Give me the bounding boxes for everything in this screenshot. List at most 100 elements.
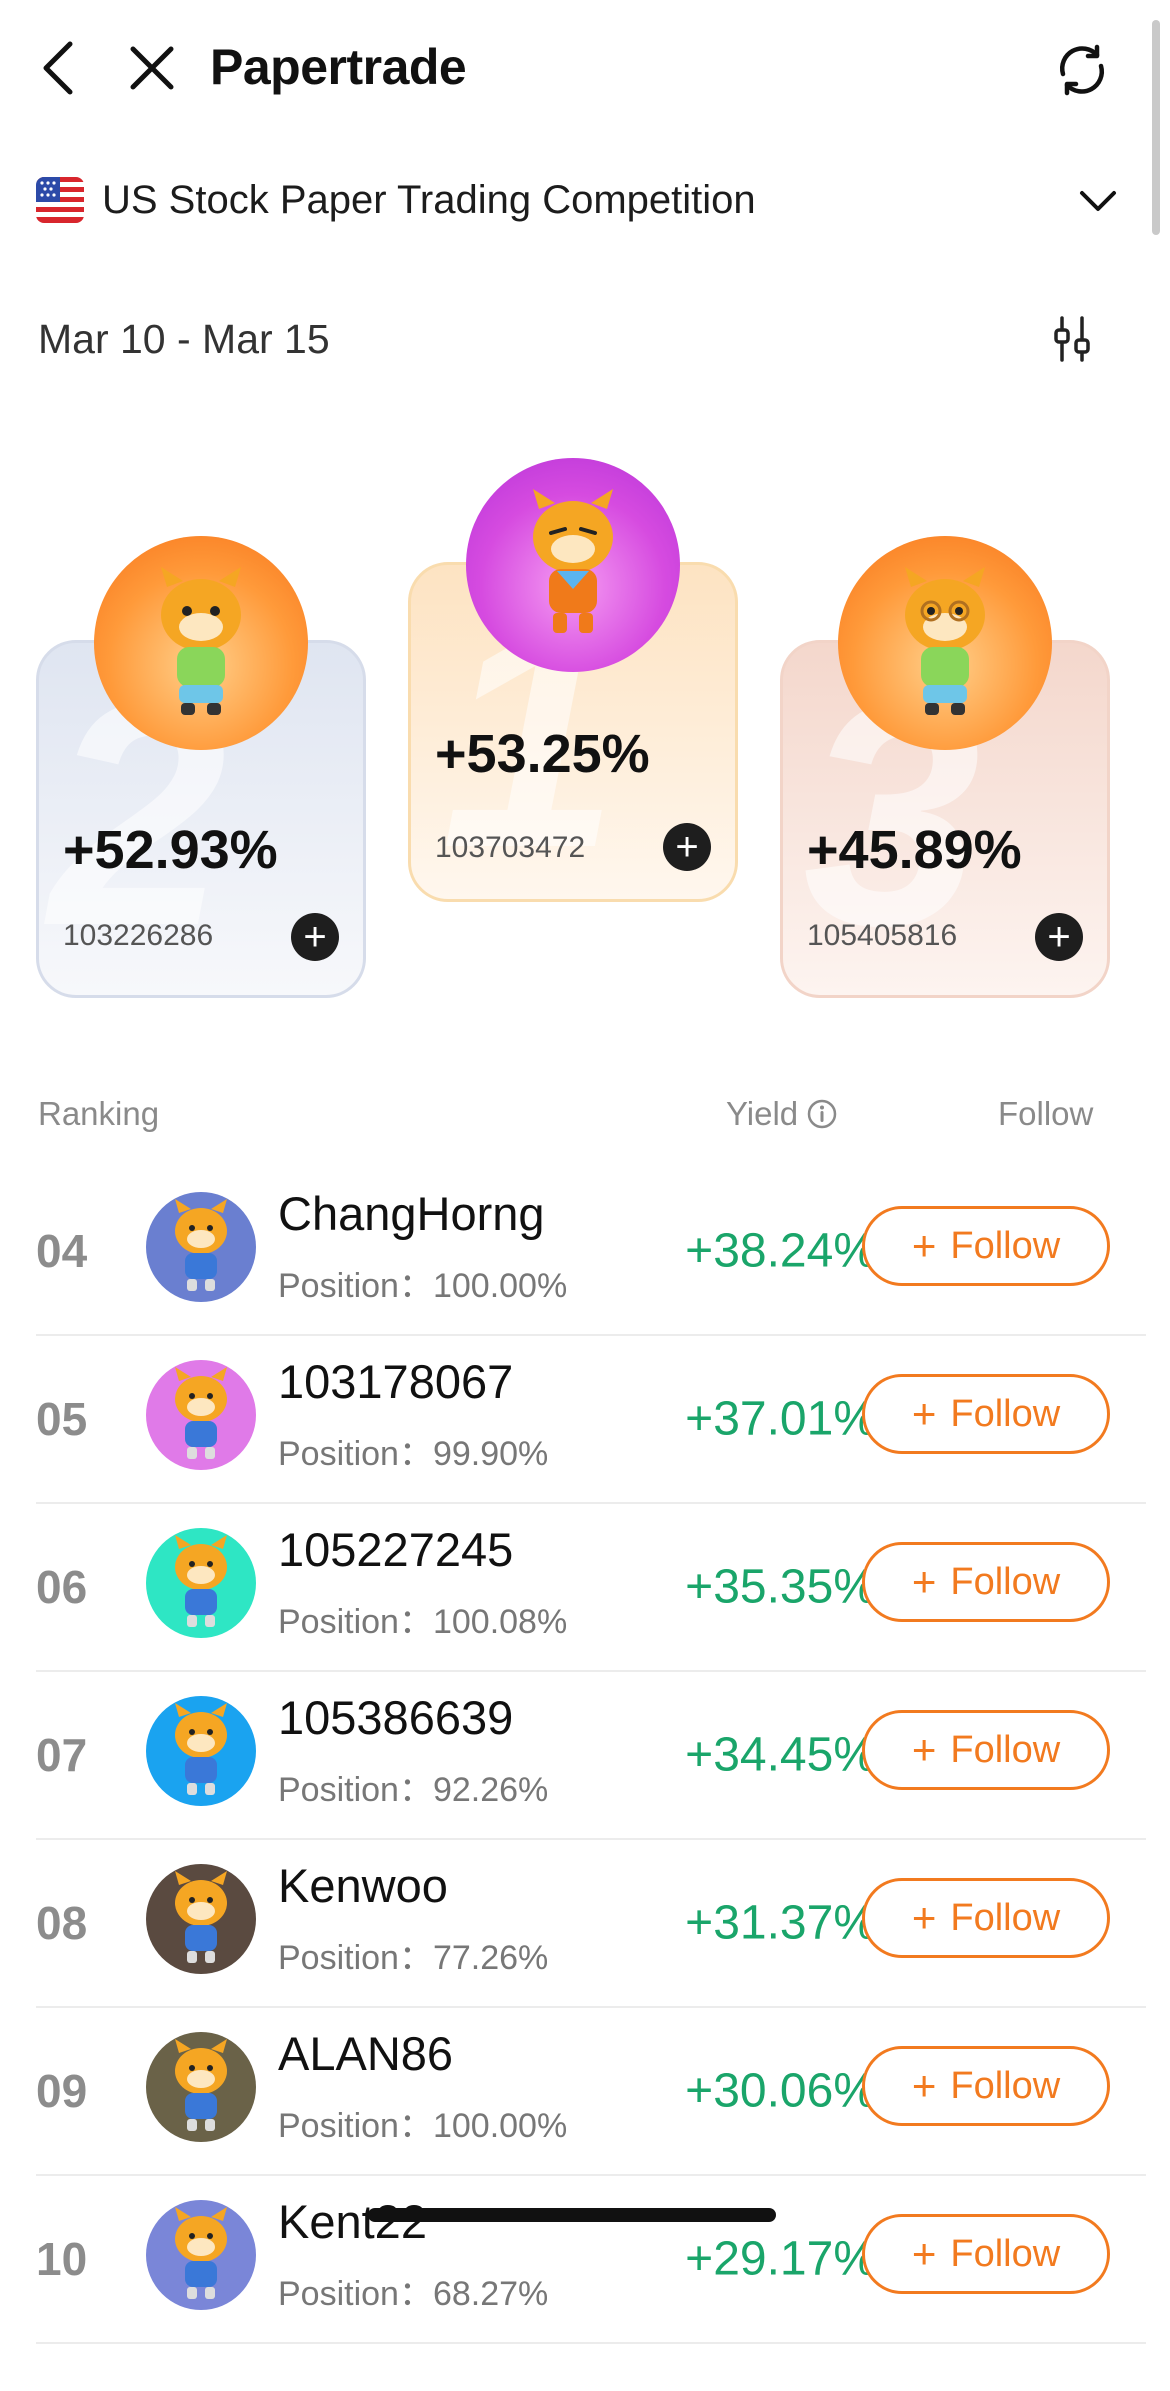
username[interactable]: Kenwoo	[278, 1858, 448, 1913]
top-bar: Papertrade	[0, 0, 1170, 140]
username[interactable]: ALAN86	[278, 2026, 453, 2081]
position-text: Position：100.08%	[278, 1594, 567, 1643]
yield-value: +34.45%	[685, 1728, 876, 1782]
page-title: Papertrade	[210, 39, 467, 95]
username[interactable]: 105386639	[278, 1690, 513, 1745]
position-label: Position：	[278, 1267, 433, 1305]
plus-icon: +	[911, 2062, 937, 2109]
username[interactable]: 105227245	[278, 1522, 513, 1577]
plus-icon: +	[911, 1558, 937, 1605]
ranking-header: Ranking Yield Follow	[0, 1095, 1170, 1139]
avatar[interactable]	[146, 1528, 256, 1638]
avatar[interactable]	[838, 536, 1052, 750]
table-row[interactable]: 07 105386639 Position：92.26% +34.45% + Follow	[36, 1672, 1146, 1840]
podium-yield: +45.89%	[807, 820, 1022, 880]
table-row[interactable]: 08 Kenwoo Position：77.26% +31.37% + Follow	[36, 1840, 1146, 2008]
follow-label: Follow	[950, 1896, 1061, 1939]
follow-label: Follow	[950, 1560, 1061, 1603]
avatar[interactable]	[146, 2032, 256, 2142]
plus-icon: +	[911, 1894, 937, 1941]
competition-name: US Stock Paper Trading Competition	[102, 177, 756, 222]
follow-column-label: Follow	[998, 1095, 1094, 1132]
follow-button[interactable]: + Follow	[862, 2046, 1110, 2126]
follow-button[interactable]: + Follow	[862, 1542, 1110, 1622]
rank-number: 04	[36, 1225, 88, 1277]
follow-button[interactable]: + Follow	[862, 1206, 1110, 1286]
username[interactable]: 103178067	[278, 1354, 513, 1409]
plus-icon: +	[911, 1222, 937, 1269]
sliders-icon[interactable]	[1050, 314, 1094, 364]
podium-user-id: 103226286	[63, 919, 214, 952]
follow-label: Follow	[950, 1392, 1061, 1435]
home-indicator	[368, 2208, 776, 2222]
avatar[interactable]	[146, 2200, 256, 2310]
table-row[interactable]: 06 105227245 Position：100.08% +35.35% + Follo…	[36, 1504, 1146, 1672]
rank-number: 07	[36, 1729, 88, 1781]
position-value: 100.00%	[432, 2107, 568, 2145]
position-text: Position：77.26%	[278, 1930, 548, 1979]
yield-column-label: Yield	[726, 1095, 838, 1133]
position-value: 68.27%	[432, 2275, 549, 2313]
chevron-down-icon[interactable]	[1076, 179, 1120, 223]
position-label: Position：	[278, 2107, 433, 2145]
competition-selector[interactable]: US Stock Paper Trading Competition	[36, 165, 1126, 235]
username[interactable]: ChangHorng	[278, 1186, 545, 1241]
us-flag-icon	[36, 177, 84, 223]
add-icon[interactable]: +	[291, 913, 339, 961]
ranking-column-label: Ranking	[38, 1095, 160, 1132]
rank-number: 08	[36, 1897, 88, 1949]
position-label: Position：	[278, 1603, 433, 1641]
podium-user-id: 103703472	[435, 831, 586, 864]
table-row[interactable]: 05 103178067 Position：99.90% +37.01% + Follow	[36, 1336, 1146, 1504]
position-text: Position：68.27%	[278, 2266, 548, 2315]
position-value: 99.90%	[432, 1435, 549, 1473]
table-row[interactable]: 10 Kent22 Position：68.27% +29.17% + Follow	[36, 2176, 1146, 2344]
podium-yield: +53.25%	[435, 724, 650, 784]
plus-icon: +	[911, 2230, 937, 2277]
position-value: 100.00%	[432, 1267, 568, 1305]
yield-value: +35.35%	[685, 1560, 876, 1614]
info-icon[interactable]	[806, 1098, 838, 1130]
close-icon[interactable]	[120, 36, 184, 100]
yield-column-text: Yield	[726, 1095, 799, 1132]
plus-icon: +	[911, 1726, 937, 1773]
position-value: 92.26%	[432, 1771, 549, 1809]
add-icon[interactable]: +	[663, 823, 711, 871]
position-text: Position：100.00%	[278, 2098, 567, 2147]
date-range: Mar 10 - Mar 15	[38, 316, 330, 362]
position-value: 77.26%	[432, 1939, 549, 1977]
table-row[interactable]: 04 ChangHorng Position：100.00% +38.24% + Foll…	[36, 1168, 1146, 1336]
follow-button[interactable]: + Follow	[862, 1878, 1110, 1958]
follow-button[interactable]: + Follow	[862, 1374, 1110, 1454]
position-text: Position：92.26%	[278, 1762, 548, 1811]
yield-value: +37.01%	[685, 1392, 876, 1446]
avatar[interactable]	[466, 458, 680, 672]
rank-number: 05	[36, 1393, 88, 1445]
yield-value: +31.37%	[685, 1896, 876, 1950]
yield-value: +38.24%	[685, 1224, 876, 1278]
table-row[interactable]: 09 ALAN86 Position：100.00% +30.06% + Follow	[36, 2008, 1146, 2176]
scrollbar[interactable]	[1152, 20, 1160, 235]
chevron-left-icon[interactable]	[30, 36, 86, 100]
avatar[interactable]	[146, 1864, 256, 1974]
rank-number: 06	[36, 1561, 88, 1613]
avatar[interactable]	[146, 1192, 256, 1302]
position-value: 100.08%	[432, 1603, 568, 1641]
avatar[interactable]	[146, 1696, 256, 1806]
plus-icon: +	[911, 1390, 937, 1437]
follow-label: Follow	[950, 2232, 1061, 2275]
follow-button[interactable]: + Follow	[862, 1710, 1110, 1790]
avatar[interactable]	[146, 1360, 256, 1470]
avatar[interactable]	[94, 536, 308, 750]
position-label: Position：	[278, 2275, 433, 2313]
add-icon[interactable]: +	[1035, 913, 1083, 961]
yield-value: +30.06%	[685, 2064, 876, 2118]
podium-user-id: 105405816	[807, 919, 958, 952]
yield-value: +29.17%	[685, 2232, 876, 2286]
refresh-icon[interactable]	[1050, 38, 1114, 102]
podium-yield: +52.93%	[63, 820, 278, 880]
follow-button[interactable]: + Follow	[862, 2214, 1110, 2294]
position-label: Position：	[278, 1435, 433, 1473]
rank-number: 09	[36, 2065, 88, 2117]
position-text: Position：99.90%	[278, 1426, 548, 1475]
